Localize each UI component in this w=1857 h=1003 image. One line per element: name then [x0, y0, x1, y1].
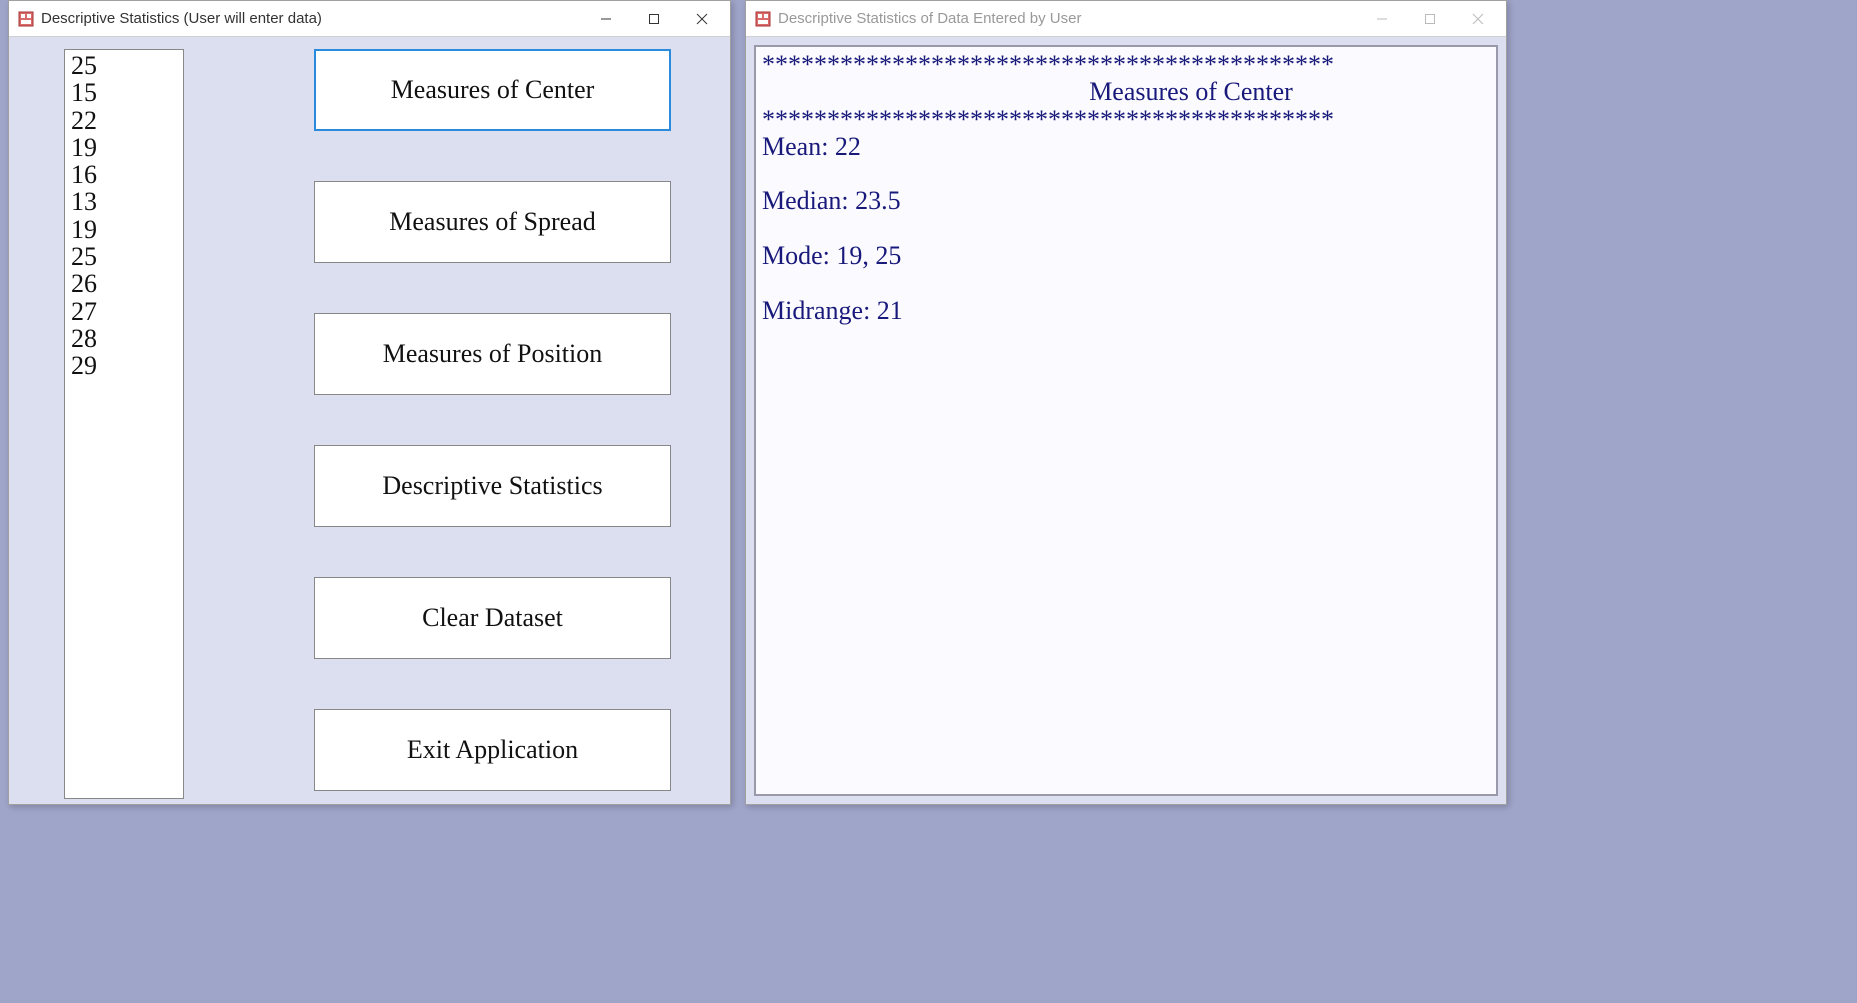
midrange-output: Midrange: 21: [762, 296, 903, 325]
measures-of-spread-button[interactable]: Measures of Spread: [314, 181, 671, 263]
minimize-button[interactable]: [582, 4, 630, 34]
input-window: Descriptive Statistics (User will enter …: [8, 0, 731, 805]
maximize-button[interactable]: [630, 4, 678, 34]
maximize-button[interactable]: [1406, 4, 1454, 34]
list-item[interactable]: 15: [71, 79, 177, 106]
separator-line: ****************************************…: [762, 50, 1334, 79]
exit-application-button[interactable]: Exit Application: [314, 709, 671, 791]
list-item[interactable]: 22: [71, 107, 177, 134]
list-item[interactable]: 26: [71, 270, 177, 297]
minimize-button[interactable]: [1358, 4, 1406, 34]
measures-of-center-button[interactable]: Measures of Center: [314, 49, 671, 131]
list-item[interactable]: 27: [71, 298, 177, 325]
list-item[interactable]: 13: [71, 188, 177, 215]
title-text-left: Descriptive Statistics (User will enter …: [41, 10, 582, 27]
window-controls-left: [582, 4, 726, 34]
titlebar-left: Descriptive Statistics (User will enter …: [9, 1, 730, 37]
close-button[interactable]: [1454, 4, 1502, 34]
median-output: Median: 23.5: [762, 186, 901, 215]
close-button[interactable]: [678, 4, 726, 34]
window-controls-right: [1358, 4, 1502, 34]
output-textbox[interactable]: ****************************************…: [754, 45, 1498, 796]
separator-line: ****************************************…: [762, 105, 1334, 134]
app-icon: [17, 10, 35, 28]
clear-dataset-button[interactable]: Clear Dataset: [314, 577, 671, 659]
mean-output: Mean: 22: [762, 132, 861, 161]
output-window: Descriptive Statistics of Data Entered b…: [745, 0, 1507, 805]
list-item[interactable]: 28: [71, 325, 177, 352]
titlebar-right: Descriptive Statistics of Data Entered b…: [746, 1, 1506, 37]
list-item[interactable]: 25: [71, 52, 177, 79]
output-heading: Measures of Center: [762, 78, 1490, 105]
measures-of-position-button[interactable]: Measures of Position: [314, 313, 671, 395]
list-item[interactable]: 19: [71, 216, 177, 243]
list-item[interactable]: 29: [71, 352, 177, 379]
data-listbox[interactable]: 251522191613192526272829: [64, 49, 184, 799]
mode-output: Mode: 19, 25: [762, 241, 901, 270]
list-item[interactable]: 16: [71, 161, 177, 188]
descriptive-statistics-button[interactable]: Descriptive Statistics: [314, 445, 671, 527]
app-icon: [754, 10, 772, 28]
title-text-right: Descriptive Statistics of Data Entered b…: [778, 10, 1358, 27]
list-item[interactable]: 19: [71, 134, 177, 161]
list-item[interactable]: 25: [71, 243, 177, 270]
